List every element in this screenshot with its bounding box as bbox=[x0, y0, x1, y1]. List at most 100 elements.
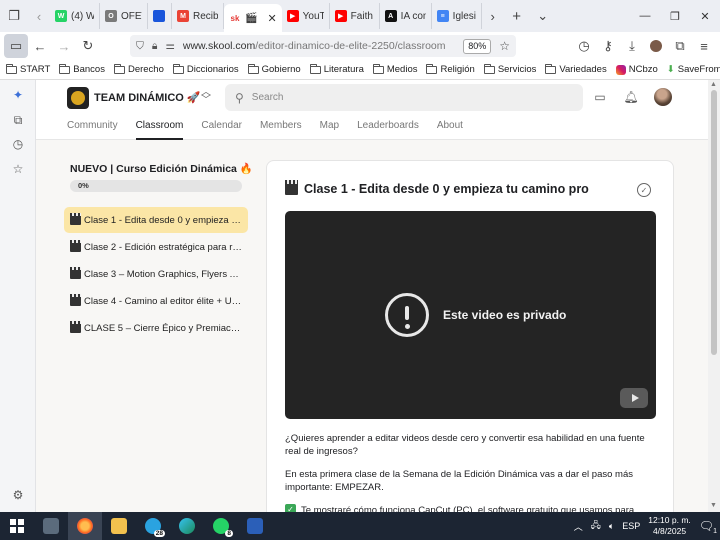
group-switcher-icon[interactable]: ︿ ﹀ bbox=[201, 88, 211, 106]
settings-gear-icon[interactable]: ⚙ bbox=[11, 488, 25, 502]
bookmark-item[interactable]: Religión bbox=[426, 63, 475, 75]
tab-scroll-left-icon[interactable]: ‹ bbox=[28, 0, 50, 32]
lesson-item[interactable]: CLASE 5 – Cierre Épico y Premiación de g… bbox=[64, 315, 248, 341]
notifications-icon[interactable]: 🗨︎ 1 bbox=[699, 519, 717, 535]
bookmark-item[interactable]: START bbox=[6, 63, 50, 75]
bookmarks-sidebar-icon[interactable]: ☆ bbox=[11, 162, 25, 176]
url-bar[interactable]: ⛉ 🔒︎ ⚌ www.skool.com/editor-dinamico-de-… bbox=[130, 35, 516, 57]
zoom-indicator[interactable]: 80% bbox=[463, 38, 492, 54]
url-text[interactable]: www.skool.com/editor-dinamico-de-elite-2… bbox=[183, 40, 455, 52]
sidebar-toggle-icon[interactable]: ▭ bbox=[4, 34, 28, 58]
scroll-up-icon[interactable]: ▲ bbox=[710, 81, 717, 88]
clock[interactable]: 12:10 p. m. 4/8/2025 bbox=[648, 515, 691, 537]
tab-close-icon[interactable]: ✕ bbox=[267, 12, 276, 25]
lock-icon[interactable]: 🔒︎ bbox=[152, 40, 158, 53]
lesson-item[interactable]: Clase 3 – Motion Graphics, Flyers Animad… bbox=[64, 261, 248, 287]
bookmark-item[interactable]: Servicios bbox=[483, 63, 536, 75]
forward-icon[interactable]: → bbox=[52, 34, 76, 58]
nav-tab[interactable]: Calendar bbox=[201, 120, 242, 140]
clapper-icon bbox=[70, 240, 81, 252]
start-button[interactable] bbox=[0, 512, 34, 540]
tab-skool-active[interactable]: sk 🎬 ✕ bbox=[224, 4, 282, 32]
extensions-icon[interactable]: ⧉ bbox=[668, 34, 692, 58]
nav-tab[interactable]: Leaderboards bbox=[357, 120, 419, 140]
history-sidebar-icon[interactable]: ◷ bbox=[11, 137, 25, 151]
download-icon[interactable]: ⤓ bbox=[620, 34, 644, 58]
taskbar-edge[interactable] bbox=[170, 512, 204, 540]
bookmark-item[interactable]: Literatura bbox=[309, 63, 364, 75]
group-name[interactable]: TEAM DINÁMICO 🚀 bbox=[94, 91, 201, 104]
video-private-message: Este video es privado bbox=[443, 308, 567, 322]
browser-tab[interactable] bbox=[148, 3, 172, 29]
tab-title: Faith F bbox=[350, 10, 374, 22]
lesson-item-label: Clase 3 – Motion Graphics, Flyers Animad… bbox=[84, 268, 242, 280]
browser-tab[interactable]: M Recibi bbox=[172, 3, 224, 29]
scroll-down-icon[interactable]: ▼ bbox=[710, 502, 717, 509]
password-key-icon[interactable]: ⚷ bbox=[596, 34, 620, 58]
browser-tab[interactable]: AIA con bbox=[380, 3, 432, 29]
chat-icon[interactable]: ▭ bbox=[592, 89, 608, 105]
back-icon[interactable]: ← bbox=[28, 34, 52, 58]
volume-icon[interactable]: 🔈︎ bbox=[609, 521, 614, 532]
reload-icon[interactable]: ↻ bbox=[76, 34, 100, 58]
user-avatar[interactable] bbox=[654, 88, 672, 106]
new-tab-icon[interactable]: + bbox=[504, 0, 530, 32]
lesson-item[interactable]: Clase 4 - Camino al editor élite + Uso d… bbox=[64, 288, 248, 314]
bookmark-item[interactable]: Diccionarios bbox=[172, 63, 239, 75]
notifications-badge: 1 bbox=[713, 528, 717, 535]
page-scrollbar[interactable]: ▲ ▼ bbox=[708, 80, 720, 512]
ai-sparkle-icon[interactable]: ✦ bbox=[11, 88, 25, 102]
taskbar-firefox[interactable] bbox=[68, 512, 102, 540]
permissions-icon[interactable]: ⚌ bbox=[165, 40, 174, 52]
bookmark-item[interactable]: Medios bbox=[372, 63, 417, 75]
bookmark-item[interactable]: Gobierno bbox=[247, 63, 301, 75]
bookmark-item[interactable]: NCbzo bbox=[615, 64, 658, 75]
browser-tab[interactable]: ▶Faith F bbox=[330, 3, 380, 29]
bookmark-item[interactable]: Bancos bbox=[59, 63, 105, 75]
nav-tab[interactable]: Classroom bbox=[135, 120, 184, 140]
nav-tab[interactable]: Map bbox=[320, 120, 339, 140]
lesson-title-text: Clase 1 - Edita desde 0 y empieza tu cam… bbox=[304, 182, 589, 196]
taskbar-file-explorer[interactable] bbox=[102, 512, 136, 540]
network-icon[interactable]: 🖧︎ bbox=[591, 518, 601, 534]
minimize-icon[interactable]: — bbox=[630, 0, 660, 32]
browser-tab[interactable]: ≡Iglesia bbox=[432, 3, 482, 29]
nav-tab[interactable]: Community bbox=[67, 120, 118, 140]
bookmark-item[interactable]: Variedades bbox=[545, 63, 607, 75]
browser-tab[interactable]: ▶YouTu bbox=[282, 3, 330, 29]
bookmark-star-icon[interactable]: ☆ bbox=[499, 39, 510, 53]
menu-icon[interactable]: ≡ bbox=[692, 34, 716, 58]
tray-chevron-up-icon[interactable]: ︿ bbox=[574, 520, 583, 533]
bookmark-item[interactable]: ⬇ SaveFrom bbox=[667, 64, 720, 75]
profile-avatar-icon[interactable] bbox=[644, 34, 668, 58]
mark-complete-check-icon[interactable]: ✓ bbox=[637, 183, 651, 197]
youtube-play-icon[interactable] bbox=[620, 388, 648, 408]
browser-tab[interactable]: W (4) Wh bbox=[50, 3, 100, 29]
close-window-icon[interactable]: ✕ bbox=[690, 0, 720, 32]
scrollbar-thumb[interactable] bbox=[711, 90, 717, 355]
taskbar-whatsapp[interactable]: 8 bbox=[204, 512, 238, 540]
bookmark-item[interactable]: Derecho bbox=[113, 63, 164, 75]
language-indicator[interactable]: ESP bbox=[622, 521, 640, 531]
url-path: /editor-dinamico-de-elite-2250/classroom bbox=[255, 40, 446, 52]
windows-logo-icon bbox=[10, 519, 24, 533]
lesson-item[interactable]: Clase 1 - Edita desde 0 y empieza tu cam… bbox=[64, 207, 248, 233]
taskbar-telegram[interactable]: 28 bbox=[136, 512, 170, 540]
notification-bell-icon[interactable]: 🔔︎ bbox=[623, 89, 639, 105]
synced-tabs-icon[interactable]: ⧉ bbox=[11, 113, 25, 127]
tab-overview-icon[interactable]: ❐ bbox=[0, 0, 28, 32]
tab-scroll-right-icon[interactable]: › bbox=[482, 0, 504, 32]
group-logo[interactable] bbox=[67, 87, 89, 109]
taskbar-word[interactable] bbox=[238, 512, 272, 540]
shield-icon[interactable]: ⛉ bbox=[136, 40, 144, 53]
search-input[interactable]: ⚲ Search bbox=[225, 84, 583, 111]
video-player[interactable]: Este video es privado bbox=[285, 211, 656, 419]
taskbar-calculator[interactable] bbox=[34, 512, 68, 540]
tab-list-chevron-icon[interactable]: ⌄ bbox=[530, 0, 556, 32]
lesson-item[interactable]: Clase 2 - Edición estratégica para redes bbox=[64, 234, 248, 260]
browser-tab[interactable]: O OFEVS bbox=[100, 3, 148, 29]
restore-icon[interactable]: ❐ bbox=[660, 0, 690, 32]
nav-tab[interactable]: Members bbox=[260, 120, 302, 140]
nav-tab[interactable]: About bbox=[437, 120, 463, 140]
history-icon[interactable]: ◷ bbox=[572, 34, 596, 58]
